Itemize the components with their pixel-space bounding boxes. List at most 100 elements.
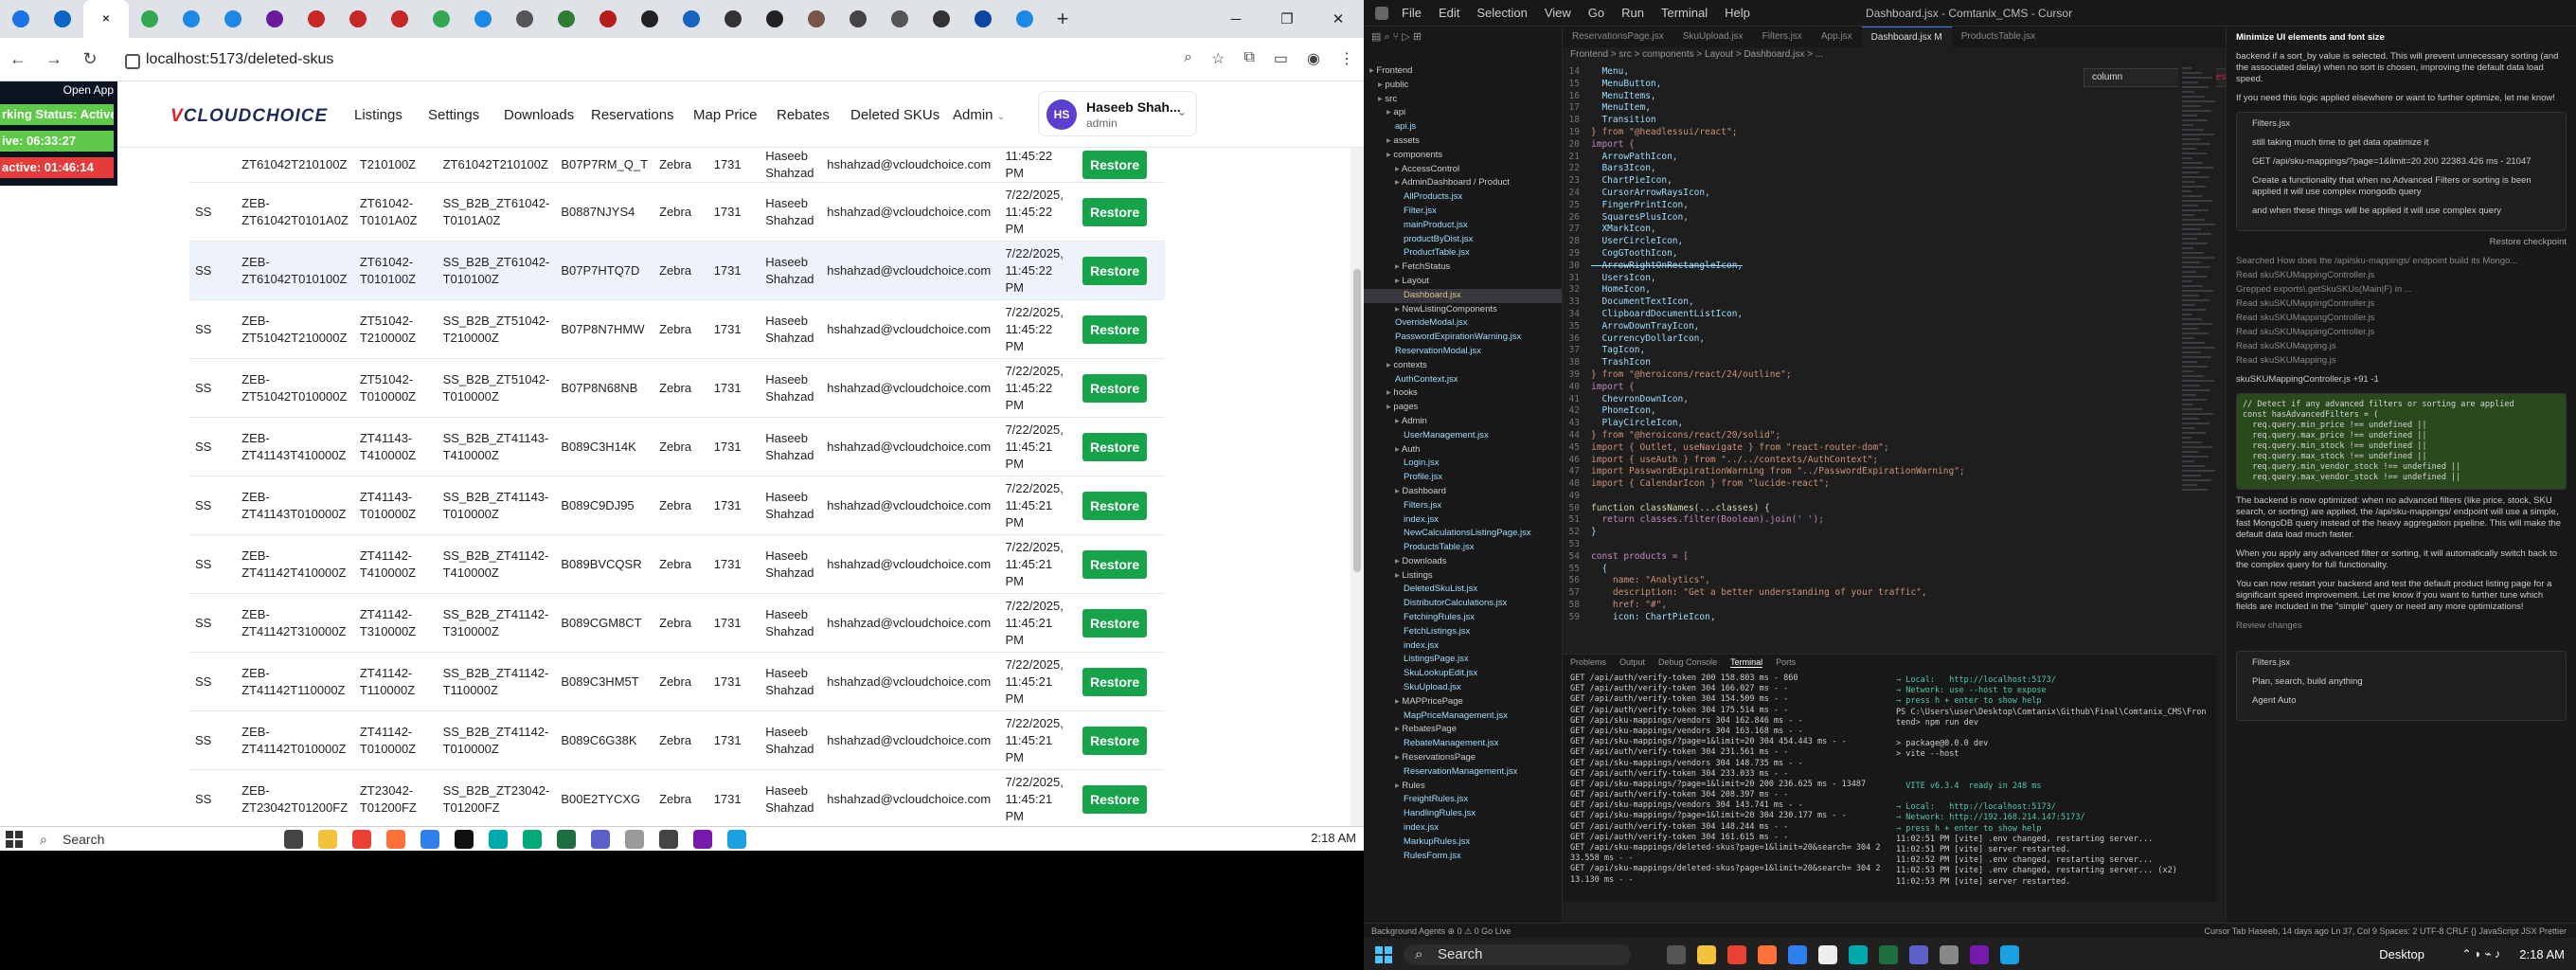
page-scrollbar[interactable]	[1351, 148, 1364, 828]
bookmark-star-icon[interactable]: ☆	[1211, 49, 1225, 68]
browser-tab[interactable]	[129, 0, 170, 38]
tree-file[interactable]: ProductTable.jsx	[1364, 246, 1562, 260]
browser-tab[interactable]	[629, 0, 671, 38]
nav-rebates[interactable]: Rebates	[777, 107, 830, 123]
restore-window-icon[interactable]: ❐	[1261, 0, 1313, 38]
browser-tab[interactable]	[546, 0, 587, 38]
tree-file[interactable]: SkuUpload.jsx	[1364, 681, 1562, 695]
windows-start-icon[interactable]	[1375, 946, 1392, 963]
tree-folder[interactable]: contexts	[1364, 359, 1562, 373]
taskbar-search[interactable]: ⌕ Search	[34, 830, 271, 849]
restore-button[interactable]: Restore	[1082, 726, 1148, 755]
task-view-icon[interactable]	[284, 830, 303, 849]
tree-folder[interactable]: RebatesPage	[1364, 723, 1562, 737]
tree-folder[interactable]: Downloads	[1364, 555, 1562, 569]
tree-file[interactable]: api.js	[1364, 120, 1562, 135]
restore-button[interactable]: Restore	[1082, 151, 1148, 179]
browser-tab[interactable]	[671, 0, 712, 38]
browser-tab[interactable]	[712, 0, 754, 38]
editor-tab[interactable]: Dashboard.jsx M	[1861, 27, 1952, 47]
brand-logo[interactable]: VCLOUDCHOICE	[170, 106, 328, 127]
panel-tab[interactable]: Ports	[1776, 657, 1796, 668]
menu-item[interactable]: File	[1402, 6, 1422, 20]
tree-file[interactable]: FetchingRules.jsx	[1364, 611, 1562, 625]
menu-item[interactable]: Terminal	[1661, 6, 1708, 20]
menu-item[interactable]: Go	[1588, 6, 1604, 20]
tree-folder[interactable]: Auth	[1364, 443, 1562, 458]
excel-icon[interactable]	[557, 830, 576, 849]
chrome-icon[interactable]	[1727, 945, 1746, 964]
app-icon[interactable]	[1909, 945, 1928, 964]
browser-tab[interactable]	[921, 0, 962, 38]
statusbar-right[interactable]: Cursor Tab Haseeb, 14 days ago Ln 37, Co…	[2204, 924, 2567, 939]
tree-file[interactable]: MarkupRules.jsx	[1364, 835, 1562, 850]
tree-file[interactable]: NewCalculationsListingPage.jsx	[1364, 527, 1562, 541]
menu-item[interactable]: Selection	[1476, 6, 1527, 20]
tree-folder[interactable]: Frontend	[1364, 64, 1562, 79]
tree-file[interactable]: AuthContext.jsx	[1364, 373, 1562, 387]
close-window-icon[interactable]: ✕	[1313, 0, 1364, 38]
forward-arrow-icon[interactable]: →	[36, 49, 72, 69]
tree-folder[interactable]: pages	[1364, 401, 1562, 415]
app-icon[interactable]	[591, 830, 610, 849]
menu-item[interactable]: Edit	[1439, 6, 1459, 20]
task-view-icon[interactable]	[1667, 945, 1686, 964]
tree-file[interactable]: OverrideModal.jsx	[1364, 316, 1562, 331]
browser-tab[interactable]	[0, 0, 42, 38]
browser-tab[interactable]	[295, 0, 337, 38]
tree-folder[interactable]: MAPPricePage	[1364, 695, 1562, 710]
browser-tab[interactable]: ✕	[83, 0, 129, 38]
browser-tab[interactable]	[754, 0, 796, 38]
taskbar-search[interactable]: ⌕ Search	[1404, 944, 1631, 965]
restore-button[interactable]: Restore	[1082, 549, 1148, 579]
nav-listings[interactable]: Listings	[354, 107, 402, 123]
app-icon[interactable]	[523, 830, 542, 849]
tree-file[interactable]: Login.jsx	[1364, 457, 1562, 471]
tree-file[interactable]: HandlingRules.jsx	[1364, 807, 1562, 821]
tree-file[interactable]: FetchListings.jsx	[1364, 625, 1562, 639]
tree-file[interactable]: AllProducts.jsx	[1364, 190, 1562, 205]
tree-file[interactable]: ReservationModal.jsx	[1364, 345, 1562, 359]
github-icon[interactable]	[1818, 945, 1837, 964]
panel-tab[interactable]: Debug Console	[1658, 657, 1717, 668]
tree-file[interactable]: index.jsx	[1364, 639, 1562, 654]
profile-icon[interactable]: ◉	[1307, 49, 1320, 68]
browser-tab[interactable]	[254, 0, 295, 38]
browser-tab[interactable]	[504, 0, 546, 38]
tree-file[interactable]: ReservationManagement.jsx	[1364, 765, 1562, 780]
url-input[interactable]: localhost:5173/deleted-skus	[123, 46, 1193, 73]
browser-tab[interactable]	[379, 0, 420, 38]
tree-folder[interactable]: components	[1364, 149, 1562, 163]
tree-file[interactable]: UserManagement.jsx	[1364, 429, 1562, 443]
nav-map-price[interactable]: Map Price	[693, 107, 758, 123]
onenote-icon[interactable]	[1970, 945, 1989, 964]
tree-file[interactable]: DistributorCalculations.jsx	[1364, 597, 1562, 611]
firefox-icon[interactable]	[386, 830, 405, 849]
tree-folder[interactable]: Layout	[1364, 275, 1562, 289]
tree-file[interactable]: MapPriceManagement.jsx	[1364, 710, 1562, 724]
editor-tab[interactable]: ReservationsPage.jsx	[1563, 27, 1673, 47]
browser-tab[interactable]	[962, 0, 1004, 38]
file-explorer-icon[interactable]	[318, 830, 337, 849]
tree-file[interactable]: index.jsx	[1364, 513, 1562, 528]
vscode-icon[interactable]	[420, 830, 439, 849]
new-tab-button[interactable]: +	[1046, 7, 1080, 31]
browser-tab[interactable]	[587, 0, 629, 38]
taskbar-clock[interactable]: 2:18 AM	[2519, 947, 2565, 961]
tree-file[interactable]: mainProduct.jsx	[1364, 219, 1562, 233]
menu-item[interactable]: Help	[1725, 6, 1750, 20]
file-explorer-icon[interactable]	[1697, 945, 1716, 964]
tree-file[interactable]: Profile.jsx	[1364, 471, 1562, 485]
tree-file[interactable]: Filter.jsx	[1364, 205, 1562, 219]
tree-file[interactable]: Filters.jsx	[1364, 499, 1562, 513]
taskbar-clock[interactable]: 2:18 AM	[1311, 831, 1356, 845]
editor-tab[interactable]: Filters.jsx	[1753, 27, 1812, 47]
panel-tab[interactable]: Problems	[1570, 657, 1606, 668]
tree-file[interactable]: RebateManagement.jsx	[1364, 737, 1562, 751]
nav-settings[interactable]: Settings	[428, 107, 479, 123]
tree-folder[interactable]: assets	[1364, 135, 1562, 149]
app-icon[interactable]	[1940, 945, 1959, 964]
desktop-label[interactable]: Desktop	[2379, 947, 2424, 961]
menu-item[interactable]: View	[1545, 6, 1571, 20]
tree-folder[interactable]: Dashboard	[1364, 485, 1562, 499]
